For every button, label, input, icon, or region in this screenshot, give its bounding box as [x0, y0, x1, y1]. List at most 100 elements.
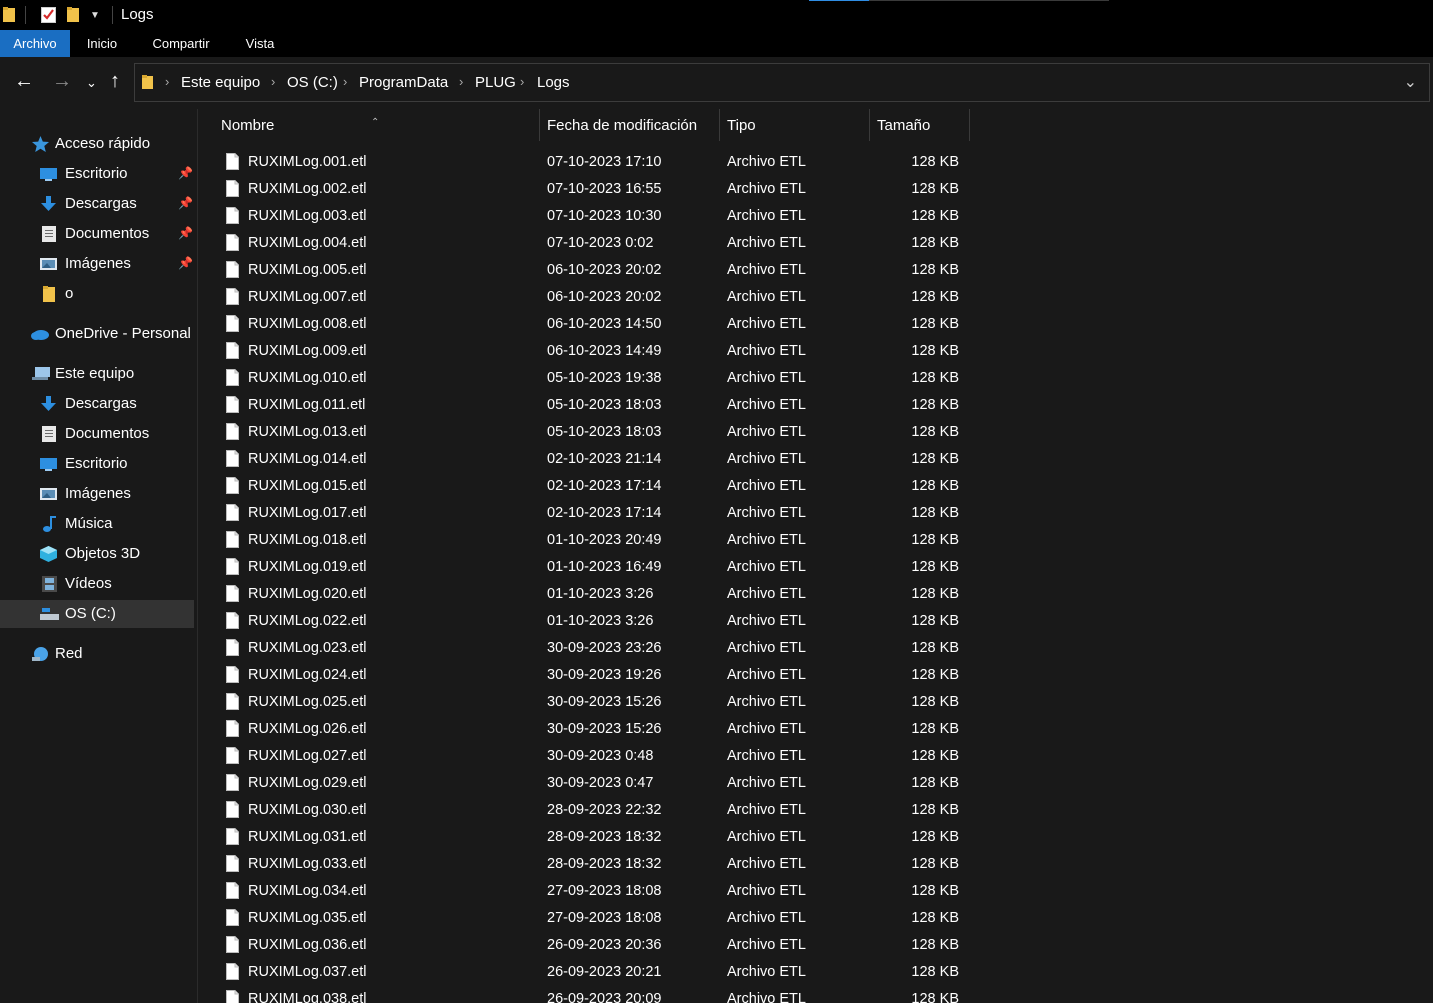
address-bar[interactable]: › Este equipo › OS (C:) › ProgramData › … — [134, 63, 1430, 102]
file-row[interactable]: RUXIMLog.015.etl 02-10-2023 17:14 Archivo … — [198, 473, 1433, 500]
pin-icon[interactable]: 📌 — [178, 166, 193, 180]
pin-icon[interactable]: 📌 — [178, 226, 193, 240]
nav-red[interactable]: Red — [0, 640, 194, 668]
sort-ascending-icon: ⌃ — [371, 117, 380, 128]
file-row[interactable]: RUXIMLog.019.etl 01-10-2023 16:49 Archivo … — [198, 554, 1433, 581]
nav-label: Imágenes — [65, 485, 131, 502]
file-row[interactable]: RUXIMLog.038.etl 26-09-2023 20:09 Archivo … — [198, 986, 1433, 1003]
nav-objetos-3d[interactable]: Objetos 3D — [0, 540, 194, 568]
file-row[interactable]: RUXIMLog.010.etl 05-10-2023 19:38 Archivo … — [198, 365, 1433, 392]
file-row[interactable]: RUXIMLog.005.etl 06-10-2023 20:02 Archivo … — [198, 257, 1433, 284]
file-row[interactable]: RUXIMLog.029.etl 30-09-2023 0:47 Archivo E… — [198, 770, 1433, 797]
file-row[interactable]: RUXIMLog.036.etl 26-09-2023 20:36 Archivo … — [198, 932, 1433, 959]
file-row[interactable]: RUXIMLog.001.etl 07-10-2023 17:10 Archivo … — [198, 149, 1433, 176]
file-row[interactable]: RUXIMLog.009.etl 06-10-2023 14:49 Archivo … — [198, 338, 1433, 365]
tab-archivo[interactable]: Archivo — [0, 30, 70, 57]
back-arrow-icon[interactable]: ← — [14, 71, 34, 91]
file-size: 128 KB — [911, 343, 959, 359]
nav-descargas-quick[interactable]: Descargas 📌 — [0, 190, 194, 218]
tab-compartir[interactable]: Compartir — [143, 30, 219, 57]
nav-escritorio-quick[interactable]: Escritorio 📌 — [0, 160, 194, 188]
file-row[interactable]: RUXIMLog.034.etl 27-09-2023 18:08 Archivo … — [198, 878, 1433, 905]
nav-documentos-quick[interactable]: Documentos 📌 — [0, 220, 194, 248]
breadcrumb-os-c[interactable]: OS (C:) — [287, 74, 338, 91]
nav-musica[interactable]: Música — [0, 510, 194, 538]
file-row[interactable]: RUXIMLog.033.etl 28-09-2023 18:32 Archivo … — [198, 851, 1433, 878]
file-row[interactable]: RUXIMLog.020.etl 01-10-2023 3:26 Archivo E… — [198, 581, 1433, 608]
file-icon — [226, 963, 239, 980]
nav-label: Documentos — [65, 225, 150, 242]
file-type: Archivo ETL — [727, 154, 806, 170]
nav-imagenes-pc[interactable]: Imágenes — [0, 480, 194, 508]
forward-arrow-icon[interactable]: → — [52, 71, 72, 91]
file-row[interactable]: RUXIMLog.027.etl 30-09-2023 0:48 Archivo E… — [198, 743, 1433, 770]
file-row[interactable]: RUXIMLog.023.etl 30-09-2023 23:26 Archivo … — [198, 635, 1433, 662]
customize-toolbar-icon[interactable]: ▼ — [90, 10, 100, 21]
file-row[interactable]: RUXIMLog.037.etl 26-09-2023 20:21 Archivo … — [198, 959, 1433, 986]
breadcrumb-logs[interactable]: Logs — [537, 74, 570, 91]
file-icon — [226, 720, 239, 737]
file-row[interactable]: RUXIMLog.013.etl 05-10-2023 18:03 Archivo … — [198, 419, 1433, 446]
file-date: 01-10-2023 16:49 — [547, 559, 662, 575]
column-header-date[interactable]: Fecha de modificación — [540, 109, 719, 141]
file-size: 128 KB — [911, 424, 959, 440]
nav-imagenes-quick[interactable]: Imágenes 📌 — [0, 250, 194, 278]
nav-videos[interactable]: Vídeos — [0, 570, 194, 598]
nav-este-equipo[interactable]: Este equipo — [0, 360, 194, 388]
breadcrumb-chevron-icon[interactable]: › — [343, 74, 347, 89]
breadcrumb-chevron-icon[interactable]: › — [520, 74, 524, 89]
nav-escritorio-pc[interactable]: Escritorio — [0, 450, 194, 478]
breadcrumb-chevron-icon[interactable]: › — [165, 74, 169, 89]
file-row[interactable]: RUXIMLog.031.etl 28-09-2023 18:32 Archivo … — [198, 824, 1433, 851]
nav-descargas-pc[interactable]: Descargas — [0, 390, 194, 418]
pin-icon[interactable]: 📌 — [178, 196, 193, 210]
address-dropdown-chevron-icon[interactable]: ⌄ — [1404, 72, 1417, 92]
breadcrumb-este-equipo[interactable]: Este equipo — [181, 74, 260, 91]
file-row[interactable]: RUXIMLog.035.etl 27-09-2023 18:08 Archivo … — [198, 905, 1433, 932]
tab-vista[interactable]: Vista — [236, 30, 284, 57]
recent-locations-chevron-icon[interactable]: ⌄ — [86, 73, 97, 93]
breadcrumb-chevron-icon[interactable]: › — [271, 74, 275, 89]
properties-icon[interactable] — [41, 7, 56, 23]
column-header-name[interactable]: Nombre ⌃ — [198, 109, 539, 141]
tab-inicio[interactable]: Inicio — [78, 30, 126, 57]
file-row[interactable]: RUXIMLog.018.etl 01-10-2023 20:49 Archivo … — [198, 527, 1433, 554]
file-type: Archivo ETL — [727, 289, 806, 305]
file-row[interactable]: RUXIMLog.017.etl 02-10-2023 17:14 Archivo … — [198, 500, 1433, 527]
file-row[interactable]: RUXIMLog.004.etl 07-10-2023 0:02 Archivo E… — [198, 230, 1433, 257]
file-row[interactable]: RUXIMLog.002.etl 07-10-2023 16:55 Archivo … — [198, 176, 1433, 203]
file-row[interactable]: RUXIMLog.022.etl 01-10-2023 3:26 Archivo E… — [198, 608, 1433, 635]
column-divider[interactable] — [969, 109, 970, 141]
column-header-size[interactable]: Tamaño — [870, 109, 969, 141]
up-arrow-icon[interactable]: ↑ — [110, 71, 120, 91]
column-header-type[interactable]: Tipo — [720, 109, 869, 141]
file-name: RUXIMLog.014.etl — [248, 451, 367, 467]
file-icon — [226, 207, 239, 224]
file-row[interactable]: RUXIMLog.026.etl 30-09-2023 15:26 Archivo … — [198, 716, 1433, 743]
file-name: RUXIMLog.020.etl — [248, 586, 367, 602]
file-row[interactable]: RUXIMLog.011.etl 05-10-2023 18:03 Archivo … — [198, 392, 1433, 419]
breadcrumb-programdata[interactable]: ProgramData — [359, 74, 448, 91]
breadcrumb-plug[interactable]: PLUG — [475, 74, 516, 91]
file-name: RUXIMLog.027.etl — [248, 748, 367, 764]
file-row[interactable]: RUXIMLog.008.etl 06-10-2023 14:50 Archivo … — [198, 311, 1433, 338]
file-date: 07-10-2023 16:55 — [547, 181, 662, 197]
folder-icon[interactable] — [3, 7, 15, 22]
file-name: RUXIMLog.024.etl — [248, 667, 367, 683]
nav-documentos-pc[interactable]: Documentos — [0, 420, 194, 448]
new-folder-icon[interactable] — [67, 7, 79, 22]
file-row[interactable]: RUXIMLog.024.etl 30-09-2023 19:26 Archivo … — [198, 662, 1433, 689]
file-date: 28-09-2023 22:32 — [547, 802, 662, 818]
file-row[interactable]: RUXIMLog.014.etl 02-10-2023 21:14 Archivo … — [198, 446, 1433, 473]
file-row[interactable]: RUXIMLog.003.etl 07-10-2023 10:30 Archivo … — [198, 203, 1433, 230]
file-row[interactable]: RUXIMLog.025.etl 30-09-2023 15:26 Archivo … — [198, 689, 1433, 716]
nav-quick-access[interactable]: Acceso rápido — [0, 130, 194, 158]
nav-os-c[interactable]: OS (C:) — [0, 600, 194, 628]
file-row[interactable]: RUXIMLog.030.etl 28-09-2023 22:32 Archivo … — [198, 797, 1433, 824]
nav-onedrive[interactable]: OneDrive - Personal — [0, 320, 194, 348]
file-row[interactable]: RUXIMLog.007.etl 06-10-2023 20:02 Archivo … — [198, 284, 1433, 311]
pin-icon[interactable]: 📌 — [178, 256, 193, 270]
nav-folder-o[interactable]: o — [0, 280, 194, 308]
file-date: 02-10-2023 17:14 — [547, 478, 662, 494]
breadcrumb-chevron-icon[interactable]: › — [459, 74, 463, 89]
